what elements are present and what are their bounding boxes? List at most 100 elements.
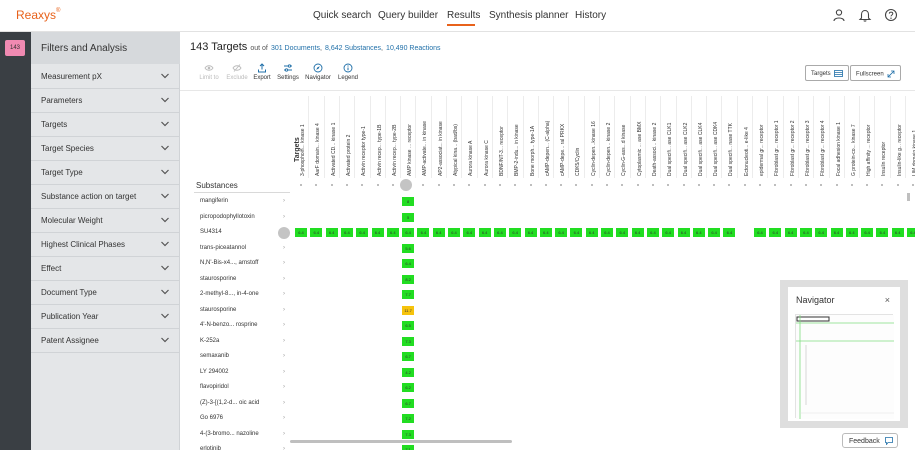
heatmap-cell[interactable]: 6.4 [891,228,904,237]
target-column-header[interactable]: Bone morph... type-1A [524,96,539,176]
heatmap-cell[interactable]: 7.3 [402,336,415,346]
substance-name[interactable]: (Z)-3-[(1,2-d... oic acid [200,400,259,406]
heatmap-cell[interactable]: 6.4 [677,228,690,237]
filter-molecular-weight[interactable]: Molecular Weight [31,209,180,233]
targets-view-button[interactable]: Targets [805,65,850,81]
heatmap-cell[interactable]: 6.7 [402,398,415,408]
target-column-header[interactable]: Activin recep... type-1B [371,96,386,176]
substances-header[interactable]: Substances [196,181,290,190]
substance-name[interactable]: N,N'-Bis-x4..., arnstoff [200,260,258,266]
substance-name[interactable]: staurosporine [200,307,236,313]
column-sort-dot[interactable] [651,184,654,186]
heatmap-cell[interactable]: 5 [402,212,415,222]
row-expand-icon[interactable]: › [283,415,285,421]
substance-name[interactable]: trans-piceatannol [200,245,246,251]
column-sort-dot[interactable] [437,184,440,186]
target-column-header[interactable]: Focal adhesion kinase 1 [830,96,845,176]
target-column-header[interactable]: AP2-associat... in kinase [432,96,447,176]
column-sort-dot[interactable] [345,184,348,186]
navigator-minimap[interactable] [795,314,894,419]
substance-name[interactable]: flavopiridol [200,384,229,390]
column-sort-dot[interactable] [850,184,853,186]
row-expand-icon[interactable]: › [283,307,285,313]
substance-name[interactable]: semaxanib [200,353,229,359]
heatmap-cell[interactable]: 11.7 [402,305,415,315]
fullscreen-button[interactable]: Fullscreen [850,65,902,81]
target-column-header[interactable]: Cyclin-depen...kinase 16 [585,96,600,176]
row-expand-icon[interactable]: › [283,446,285,450]
heatmap-cell[interactable]: 6.4 [861,228,874,237]
heatmap-cell[interactable]: 6.4 [432,228,445,237]
column-sort-dot[interactable] [300,184,302,186]
filter-target-type[interactable]: Target Type [31,161,180,185]
target-column-header[interactable]: Atypical kina... (bad/bs) [447,96,462,176]
heatmap-cell[interactable]: 6.4 [555,228,568,237]
heatmap-cell[interactable]: 6.4 [601,228,613,237]
column-sort-dot[interactable] [483,184,486,186]
target-column-header[interactable]: Dual specifi... ase CDK4 [707,96,722,176]
target-column-header[interactable]: Insulin-like g... receptor [891,96,906,176]
row-expand-icon[interactable]: › [283,369,285,375]
legend-button[interactable]: Legend [333,63,363,85]
heatmap-cell[interactable]: 6.5 [402,321,415,330]
filter-clinical-phases[interactable]: Highest Clinical Phases [31,233,180,257]
column-sort-dot[interactable] [606,184,608,186]
nav-query-builder[interactable]: Query builder [378,10,438,21]
target-column-header[interactable]: Dual specifi... ase CLK4 [692,96,707,176]
target-column-header[interactable]: Activated CD... kinase 1 [325,96,340,176]
row-expand-icon[interactable]: › [283,353,285,359]
heatmap-cell[interactable]: 6.4 [340,228,353,237]
target-column-header[interactable]: Aurora kinase A [462,96,477,176]
heatmap-cell[interactable]: 8.2 [402,274,415,284]
heatmap-cell[interactable]: 6.4 [876,228,889,237]
filter-parameters[interactable]: Parameters [31,89,180,113]
heatmap-cell[interactable]: 6.4 [754,228,766,237]
row-expand-icon[interactable]: › [283,198,285,204]
column-sort-dot[interactable] [804,184,807,186]
target-column-header[interactable]: Insulin receptor [875,96,890,176]
heatmap-cell[interactable]: 4.2 [402,367,415,377]
heatmap-cell[interactable]: 7.3 [402,429,415,439]
help-icon[interactable] [884,8,898,22]
column-sort-dot[interactable] [682,184,685,186]
nav-quick-search[interactable]: Quick search [313,10,371,21]
heatmap-cell[interactable]: 6.4 [692,228,705,237]
target-column-header[interactable]: BDNF/NT-3... receptor [493,96,508,176]
row-expand-icon[interactable]: › [283,384,285,390]
row-expand-icon[interactable]: › [283,245,285,251]
row-expand-icon[interactable]: › [283,322,285,328]
substance-name[interactable]: mangiferin [200,198,228,204]
target-column-header[interactable]: cAMP-depen... (C-alpha) [539,96,554,176]
heatmap-cell[interactable]: 6.4 [478,228,491,237]
heatmap-cell[interactable]: 6.4 [493,228,506,237]
heatmap-cell[interactable]: 6.4 [799,228,812,237]
heatmap-cell[interactable]: 6.4 [402,228,415,237]
column-sort-dot[interactable] [376,184,379,186]
target-column-header[interactable]: G protein-co... kinase 7 [845,96,860,176]
row-expand-icon[interactable]: › [283,338,285,344]
limit-to-button[interactable]: Limit to [194,63,224,85]
target-column-header[interactable]: AMP kinase ... receptor [401,96,416,176]
column-sort-dot[interactable] [636,184,639,186]
heatmap-cell[interactable]: 6.4 [386,228,399,237]
heatmap-cell[interactable]: 6.4 [463,228,476,237]
target-column-header[interactable]: Dual specifi... ase CLK2 [677,96,692,176]
column-sort-dot[interactable] [697,184,700,186]
heatmap-cell[interactable]: 6.4 [616,228,629,237]
substance-name[interactable]: erlotinib [200,446,221,450]
substance-name[interactable]: LY 294002 [200,369,228,375]
user-icon[interactable] [832,8,846,22]
target-column-header[interactable]: cAMP-depe... ral PRKX [554,96,569,176]
heatmap-cell[interactable]: 6.4 [448,228,460,237]
heatmap-cell[interactable]: 6.4 [417,228,430,237]
heatmap-cell[interactable]: 6.4 [310,228,323,237]
settings-button[interactable]: Settings [273,63,303,85]
row-expand-icon[interactable]: › [283,214,285,220]
filter-patent-assignee[interactable]: Patent Assignee [31,329,180,353]
feedback-button[interactable]: Feedback [842,433,898,448]
target-column-header[interactable]: Fibroblast gr... receptor 1 [768,96,783,176]
target-column-header[interactable]: Cyclin-depen... kinase 2 [600,96,615,176]
target-column-header[interactable]: CDK5/Cyclin [569,96,584,176]
results-count-badge[interactable]: 143 [5,40,25,56]
heatmap-cell[interactable]: 6.4 [524,228,537,237]
